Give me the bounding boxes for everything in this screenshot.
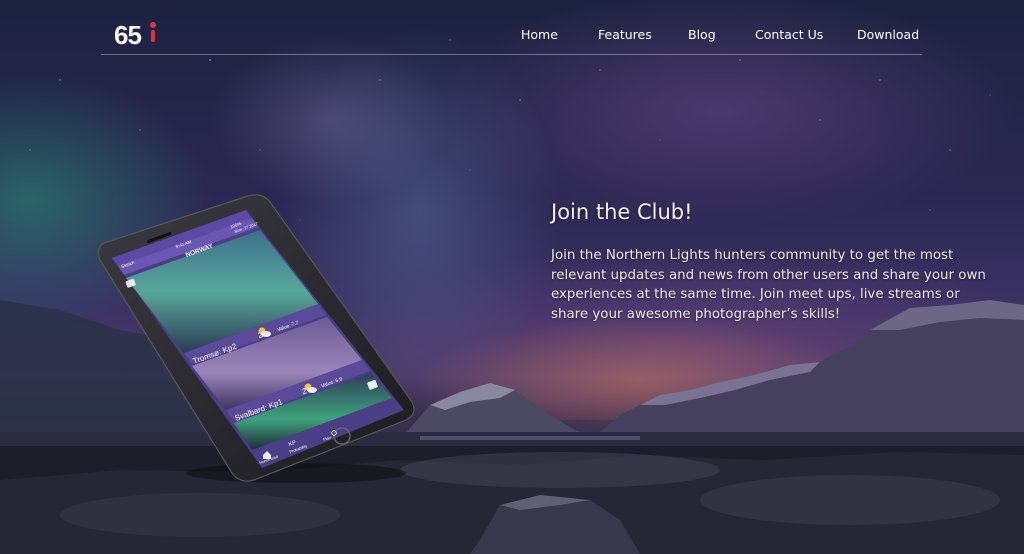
hero-body-text: Join the Northern Lights hunters communi… [551,248,986,322]
nav-contact-link[interactable]: Contact Us [755,27,823,42]
header-divider [101,54,922,55]
phone-mockup: Sketch 9:41 AM 100% NORWAY Mon, 27.2017 … [86,188,426,488]
nav-features-link[interactable]: Features [598,27,652,42]
hero-title: Join the Club! [551,200,693,224]
nav-home-link[interactable]: Home [521,27,558,42]
phone-illustration: Sketch 9:41 AM 100% NORWAY Mon, 27.2017 … [98,194,415,483]
nav-download-link[interactable]: Download [857,27,919,42]
nav-blog-link[interactable]: Blog [688,27,716,42]
main-nav: Home Features Blog Contact Us Download [0,27,1024,47]
